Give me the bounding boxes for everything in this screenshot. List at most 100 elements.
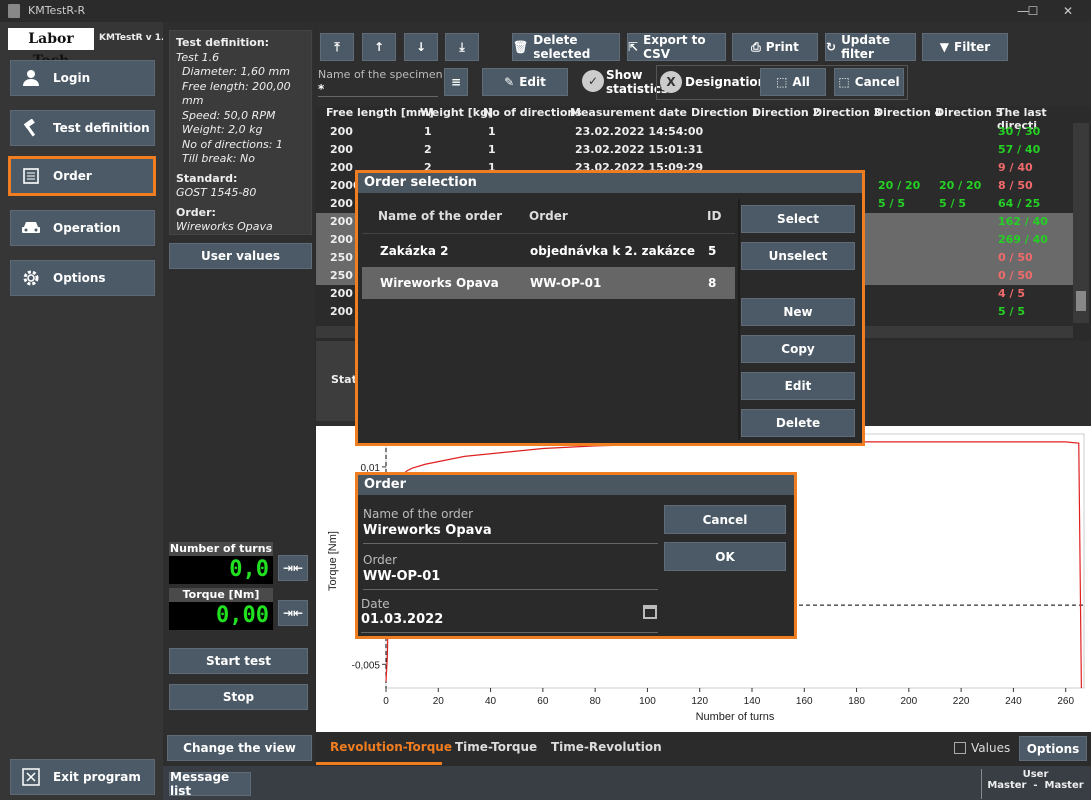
grid-cell-last: 64 / 25 — [998, 197, 1041, 210]
x-tick-label: 120 — [691, 696, 708, 707]
test-info-panel: Test definition: Test 1.6 Diameter: 1,60… — [169, 30, 312, 235]
order-selection-dialog: Order selection Name of the order Order … — [355, 170, 865, 446]
select-order-button[interactable]: Select — [741, 205, 855, 233]
delete-selected-button[interactable]: 🗑 Delete selected — [512, 33, 620, 61]
stop-button[interactable]: Stop — [169, 684, 308, 710]
window-title: KMTestR-R — [28, 4, 86, 17]
info-line: No of directions: 1 — [182, 137, 283, 151]
update-filter-button[interactable]: ↻ Update filter — [825, 33, 916, 61]
col-dir2[interactable]: Direction 2 — [752, 106, 820, 119]
designation-cancel-button[interactable]: ⬚ Cancel — [834, 68, 904, 96]
message-list-button[interactable]: Message list — [169, 770, 251, 798]
order-row-selected[interactable]: Wireworks Opava WW-OP-01 8 — [362, 267, 735, 299]
order-name-input[interactable]: Wireworks Opava — [363, 523, 658, 538]
user-label: User — [1022, 769, 1049, 780]
grid-vscrollbar[interactable] — [1073, 123, 1089, 323]
col-free-length[interactable]: Free length [mm] — [326, 106, 434, 119]
turns-display: 0,0 — [169, 556, 273, 584]
nav-operation-label: Operation — [53, 221, 121, 235]
exit-program-button[interactable]: Exit program — [10, 759, 155, 795]
order-row-id: 8 — [708, 276, 717, 290]
order-number-input[interactable]: WW-OP-01 — [363, 569, 658, 584]
specimen-input[interactable]: * — [318, 82, 438, 97]
x-tick-label: 240 — [1005, 696, 1022, 707]
move-up-button[interactable]: ↑ — [362, 33, 396, 61]
col-dir5[interactable]: Direction 5 — [935, 106, 1003, 119]
print-button[interactable]: ⎙ Print — [732, 33, 818, 61]
receipt-icon — [21, 166, 41, 186]
trash-icon: 🗑 — [513, 40, 529, 54]
x-axis-label: Number of turns — [696, 711, 775, 723]
unselect-order-button[interactable]: Unselect — [741, 242, 855, 270]
show-statistics-check[interactable]: ✓ — [582, 70, 604, 92]
edit-button[interactable]: ✎ Edit — [482, 68, 568, 96]
col-date[interactable]: Measurement date — [570, 106, 687, 119]
order-col-order[interactable]: Order — [529, 209, 568, 223]
order-selection-title: Order selection — [358, 173, 862, 193]
col-directions[interactable]: No of directions — [483, 106, 582, 119]
info-line: Diameter: 1,60 mm — [182, 65, 290, 78]
tab-time-torque[interactable]: Time-Torque — [455, 740, 537, 754]
torque-label: Torque [Nm] — [169, 588, 273, 602]
active-tab-underline — [316, 762, 442, 765]
grid-cell-len: 200 — [330, 161, 353, 174]
dialog-separator — [738, 199, 740, 440]
user-values-button[interactable]: User values — [169, 243, 312, 269]
tab-time-revolution[interactable]: Time-Revolution — [551, 740, 662, 754]
nav-options[interactable]: Options — [10, 260, 155, 296]
reset-torque-button[interactable]: ⇥⇤ — [278, 600, 308, 626]
grid-cell-w: 2 — [424, 143, 432, 156]
app-icon — [8, 4, 20, 18]
calendar-icon[interactable] — [643, 605, 657, 619]
close-button[interactable]: ✕ — [1045, 0, 1091, 22]
move-bottom-button[interactable]: ⤓ — [445, 33, 479, 61]
grid-cell-last: 57 / 40 — [998, 143, 1041, 156]
delete-order-button[interactable]: Delete — [741, 409, 855, 437]
col-dir3[interactable]: Direction 3 — [813, 106, 881, 119]
export-csv-button[interactable]: ⇱ Export to CSV — [627, 33, 726, 61]
grid-cell-len: 200 — [330, 125, 353, 138]
move-top-button[interactable]: ⤒ — [320, 33, 354, 61]
nav-order[interactable]: Order — [8, 156, 156, 196]
order-col-id[interactable]: ID — [707, 209, 721, 223]
grid-vscroll-thumb[interactable] — [1076, 291, 1086, 311]
order-date-input[interactable]: 01.03.2022 — [361, 612, 631, 627]
reset-turns-button[interactable]: ⇥⇤ — [278, 555, 308, 581]
select-all-button[interactable]: ⬚ All — [760, 68, 826, 96]
designation-toggle[interactable]: X — [660, 71, 682, 93]
new-order-button[interactable]: New — [741, 298, 855, 326]
nav-operation[interactable]: Operation — [10, 210, 155, 246]
edit-order-button[interactable]: Edit — [741, 372, 855, 400]
chart-options-button[interactable]: Options — [1019, 736, 1087, 761]
col-dir1[interactable]: Direction 1 — [691, 106, 759, 119]
order-cancel-button[interactable]: Cancel — [664, 505, 786, 534]
compress-icon: ⇥⇤ — [282, 606, 304, 620]
order-col-name[interactable]: Name of the order — [378, 209, 502, 223]
grid-row[interactable]: 200 2 1 23.02.2022 15:01:31 57 / 40 — [316, 141, 1073, 159]
grid-cell-last: 0 / 50 — [998, 251, 1033, 264]
grid-row[interactable]: 200 1 1 23.02.2022 14:54:00 30 / 30 — [316, 123, 1073, 141]
tab-revolution-torque[interactable]: Revolution-Torque — [330, 740, 452, 754]
nav-login[interactable]: Login — [10, 60, 155, 96]
start-test-button[interactable]: Start test — [169, 648, 308, 674]
nav-test-definition[interactable]: Test definition — [10, 110, 155, 146]
grid-cell-len: 200 — [330, 215, 353, 228]
standard-heading: Standard: — [176, 171, 238, 185]
filter-list-button[interactable]: ≡ — [444, 68, 468, 96]
filter-button[interactable]: ▼ Filter — [922, 33, 1008, 61]
grid-cell-d4: 5 / 5 — [878, 197, 905, 210]
car-icon — [21, 218, 41, 238]
edit-label: Edit — [519, 75, 546, 89]
order-ok-button[interactable]: OK — [664, 542, 786, 571]
grid-cell-len: 200 — [330, 143, 353, 156]
delete-selected-label: Delete selected — [533, 33, 591, 61]
order-row[interactable]: Zakázka 2 objednávka k 2. zakázce 5 — [362, 235, 735, 267]
copy-order-button[interactable]: Copy — [741, 335, 855, 363]
arrow-bottom-icon: ⤓ — [459, 39, 465, 54]
col-dir4[interactable]: Direction 4 — [874, 106, 942, 119]
grid-cell-len: 200 — [330, 233, 353, 246]
info-line: Speed: 50,0 RPM — [182, 108, 276, 122]
change-view-button[interactable]: Change the view — [167, 735, 312, 761]
values-checkbox[interactable] — [954, 742, 966, 754]
move-down-button[interactable]: ↓ — [404, 33, 438, 61]
